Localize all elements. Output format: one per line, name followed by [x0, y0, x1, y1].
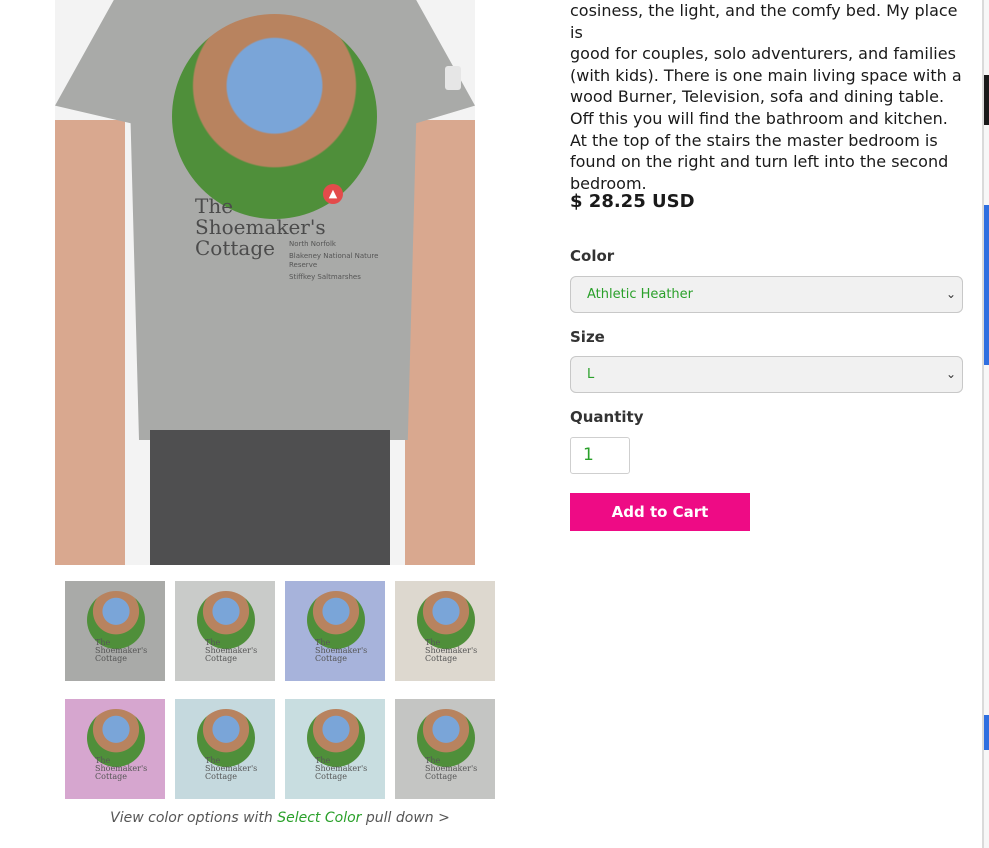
color-thumbnail-grid: The Shoemaker's Cottage The Shoemaker's C… — [65, 581, 495, 799]
description-line: wood Burner, Television, sofa and dining… — [570, 87, 945, 107]
product-price: $ 28.25 USD — [570, 191, 695, 212]
thumbnail-print-text: The Shoemaker's Cottage — [425, 638, 478, 663]
color-thumbnail[interactable]: The Shoemaker's Cottage — [395, 581, 495, 681]
color-select-value: Athletic Heather — [587, 287, 694, 302]
adjacent-blue-block — [984, 205, 989, 365]
thumbnail-print-text: The Shoemaker's Cottage — [95, 756, 148, 781]
color-note-prefix: View color options with — [110, 810, 273, 826]
color-thumbnail[interactable]: The Shoemaker's Cottage — [175, 581, 275, 681]
size-select-value: L — [587, 367, 595, 382]
description-line: At the top of the stairs the master bedr… — [570, 130, 938, 150]
color-thumbnail[interactable]: The Shoemaker's Cottage — [65, 581, 165, 681]
airbnb-logo-icon: ▲ — [323, 184, 343, 204]
adjacent-dark-block — [984, 75, 989, 125]
color-select[interactable]: Athletic Heather ⌄ — [570, 276, 963, 313]
color-thumbnail[interactable]: The Shoemaker's Cottage — [175, 699, 275, 799]
select-color-link[interactable]: Select Color — [277, 810, 361, 826]
chevron-down-icon: ⌄ — [945, 367, 956, 381]
color-label: Color — [570, 247, 615, 265]
color-thumbnail[interactable]: The Shoemaker's Cottage — [65, 699, 165, 799]
adjacent-window-edge — [982, 0, 989, 848]
product-description: cosiness, the light, and the comfy bed. … — [570, 0, 970, 194]
print-title-line2: Shoemaker's — [195, 215, 326, 239]
model-right-arm — [405, 120, 475, 565]
model-left-arm — [55, 120, 125, 565]
description-line: Off this you will find the bathroom and … — [570, 108, 948, 128]
thumbnail-print-text: The Shoemaker's Cottage — [315, 756, 368, 781]
color-note-suffix: pull down > — [365, 810, 450, 826]
print-sub3: Stiffkey Saltmarshes — [289, 273, 361, 281]
description-line: good for couples, solo adventurers, and … — [570, 44, 956, 64]
adjacent-blue-block-2 — [984, 715, 989, 750]
description-line: cosiness, the light, and the comfy bed. … — [570, 1, 958, 42]
product-main-image: ▲ The Shoemaker's Cottage North Norfolk … — [55, 0, 475, 565]
thumbnail-print-text: The Shoemaker's Cottage — [205, 638, 258, 663]
print-sub2: Blakeney National Nature Reserve — [289, 252, 379, 269]
chevron-down-icon: ⌄ — [945, 287, 956, 301]
size-select[interactable]: L ⌄ — [570, 356, 963, 393]
cottage-print-artwork — [172, 14, 377, 219]
thumbnail-print-text: The Shoemaker's Cottage — [315, 638, 368, 663]
color-thumbnail[interactable]: The Shoemaker's Cottage — [285, 699, 385, 799]
sleeve-qr-tag — [445, 66, 461, 90]
color-thumbnail[interactable]: The Shoemaker's Cottage — [395, 699, 495, 799]
print-title-line1: The — [195, 194, 234, 218]
description-line: (with kids). There is one main living sp… — [570, 65, 962, 85]
model-jeans — [150, 430, 390, 565]
description-line: found on the right and turn left into th… — [570, 152, 949, 172]
color-thumbnail[interactable]: The Shoemaker's Cottage — [285, 581, 385, 681]
color-options-note: View color options with Select Color pul… — [65, 810, 495, 826]
quantity-label: Quantity — [570, 408, 644, 426]
thumbnail-print-text: The Shoemaker's Cottage — [95, 638, 148, 663]
add-to-cart-button[interactable]: Add to Cart — [570, 493, 750, 531]
size-label: Size — [570, 328, 605, 346]
quantity-input[interactable]: 1 — [570, 437, 630, 474]
print-subtext: North Norfolk Blakeney National Nature R… — [289, 240, 379, 285]
thumbnail-print-text: The Shoemaker's Cottage — [205, 756, 258, 781]
thumbnail-print-text: The Shoemaker's Cottage — [425, 756, 478, 781]
print-sub1: North Norfolk — [289, 240, 336, 248]
